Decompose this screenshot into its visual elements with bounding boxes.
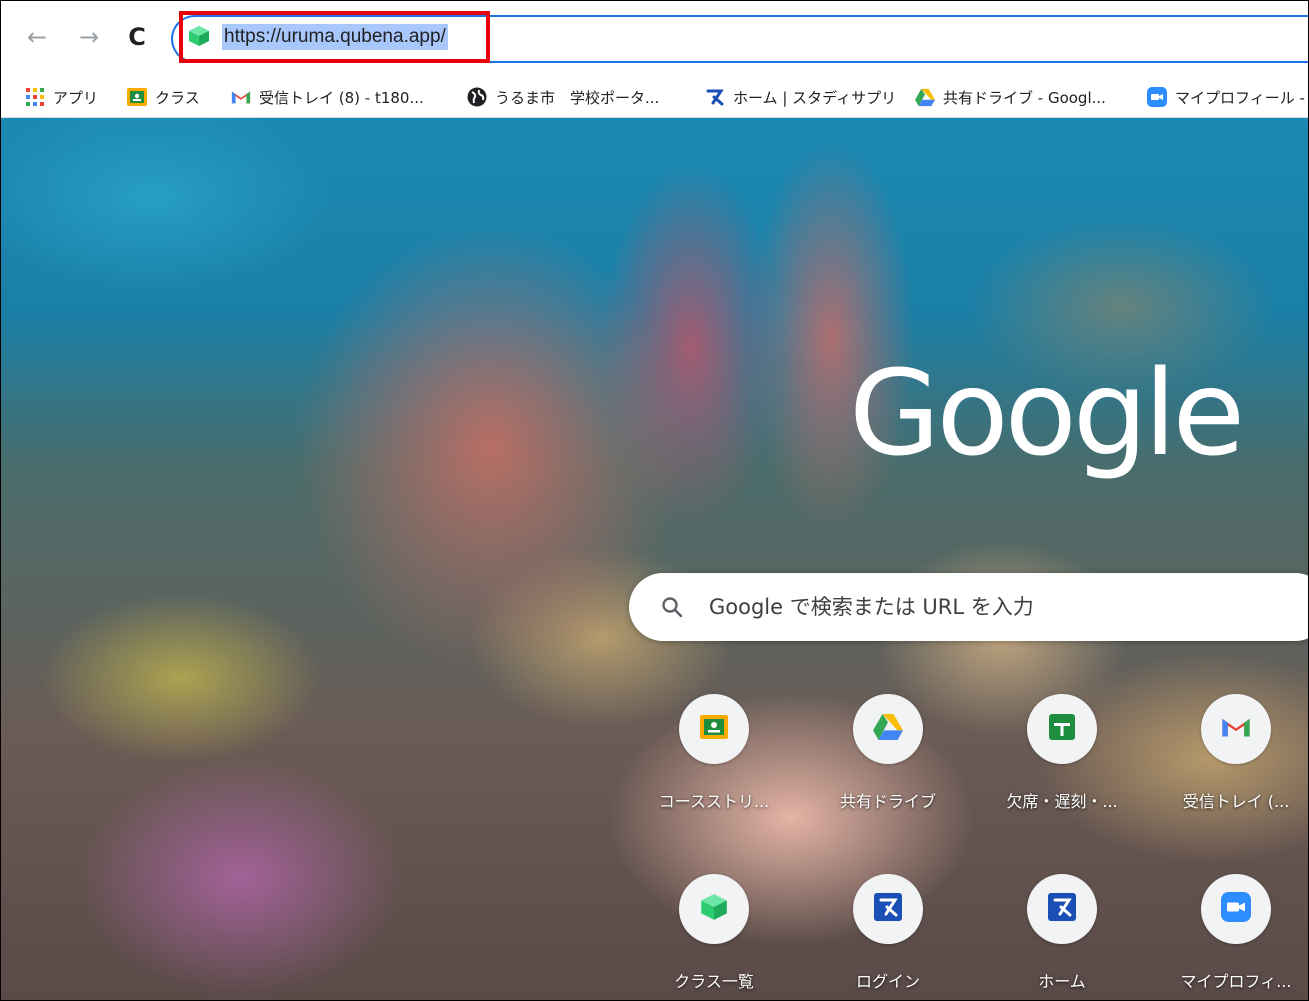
shortcut-course-stream[interactable]: コースストリ... (639, 694, 789, 812)
zoom-icon (1221, 892, 1251, 926)
bookmarks-bar: アプリ クラス 受信トレイ (8) - t180... うるま市 学校ポータ..… (1, 77, 1308, 118)
bookmark-label: うるま市 学校ポータ... (495, 88, 660, 107)
shortcut-shared-drive[interactable]: 共有ドライブ (813, 694, 963, 812)
shortcut-my-profile[interactable]: マイプロフィ... (1161, 874, 1308, 992)
bookmark-my-profile[interactable]: マイプロフィール - (1147, 83, 1305, 111)
studysapuri-icon (874, 893, 902, 925)
shortcut-label: 受信トレイ (... (1182, 792, 1290, 811)
shortcut-absence-sheet[interactable]: 欠席・遅刻・... (987, 694, 1137, 812)
bookmark-label: ホーム | スタディサプリ (733, 88, 897, 107)
bookmark-apps[interactable]: アプリ (25, 83, 98, 111)
bookmark-label: クラス (155, 88, 200, 107)
bookmark-label: アプリ (53, 88, 99, 107)
shortcut-icon-circle (679, 694, 749, 764)
gmail-icon (231, 87, 251, 107)
search-placeholder: Google で検索または URL を入力 (709, 595, 1034, 619)
bookmark-label: 受信トレイ (8) - t180... (259, 88, 424, 107)
shortcut-label: クラス一覧 (674, 972, 754, 991)
shortcut-icon-circle (679, 874, 749, 944)
url-text[interactable]: https://uruma.qubena.app/ (222, 24, 448, 50)
google-drive-icon (873, 714, 903, 744)
bookmark-class[interactable]: クラス (127, 83, 200, 111)
shortcut-icon-circle (1027, 694, 1097, 764)
shortcut-label: 欠席・遅刻・... (1006, 792, 1118, 811)
apps-grid-icon (25, 87, 45, 107)
shortcut-icon-circle (1027, 874, 1097, 944)
reload-button[interactable]: C (123, 23, 151, 53)
shortcut-login[interactable]: ログイン (813, 874, 963, 992)
shortcut-label: コースストリ... (658, 792, 770, 811)
bookmark-label: 共有ドライブ - Googl... (943, 88, 1106, 107)
studysapuri-icon (705, 87, 725, 107)
zoom-icon (1147, 87, 1167, 107)
google-sheets-icon (1049, 714, 1075, 744)
google-classroom-icon (127, 87, 147, 107)
google-logo: Google (849, 344, 1245, 482)
shortcut-gmail-inbox[interactable]: 受信トレイ (... (1161, 694, 1308, 812)
bookmark-gmail[interactable]: 受信トレイ (8) - t180... (231, 83, 424, 111)
shortcut-class-list[interactable]: クラス一覧 (639, 874, 789, 992)
forward-button[interactable]: → (75, 23, 103, 53)
shortcut-icon-circle (853, 694, 923, 764)
shortcut-home[interactable]: ホーム (987, 874, 1137, 992)
google-classroom-icon (700, 715, 728, 743)
browser-window: ← → C https://uruma.qubena.app/ アプリ クラス … (0, 0, 1309, 1001)
shortcut-icon-circle (853, 874, 923, 944)
bookmark-label: マイプロフィール - (1175, 88, 1305, 107)
google-drive-icon (915, 87, 935, 107)
browser-toolbar: ← → C https://uruma.qubena.app/ (1, 1, 1308, 77)
gmail-icon (1221, 716, 1251, 742)
shortcut-label: マイプロフィ... (1180, 972, 1292, 991)
search-icon (662, 597, 683, 618)
shortcut-icon-circle (1201, 874, 1271, 944)
shortcut-label: 共有ドライブ (839, 792, 936, 811)
back-button[interactable]: ← (23, 23, 51, 53)
studysapuri-icon (1048, 893, 1076, 925)
shortcut-icon-circle (1201, 694, 1271, 764)
bookmark-shared-drive[interactable]: 共有ドライブ - Googl... (915, 83, 1106, 111)
shortcut-label: ホーム (1038, 972, 1086, 991)
bookmark-studysapuri[interactable]: ホーム | スタディサプリ (705, 83, 896, 111)
qubena-site-icon (189, 26, 209, 46)
new-tab-page-background: Google Google で検索または URL を入力 コースストリ... 共… (1, 118, 1308, 1000)
qubena-icon (700, 893, 728, 925)
bookmark-uruma-portal[interactable]: うるま市 学校ポータ... (467, 83, 659, 111)
globe-icon (467, 87, 487, 107)
shortcut-label: ログイン (855, 972, 920, 991)
